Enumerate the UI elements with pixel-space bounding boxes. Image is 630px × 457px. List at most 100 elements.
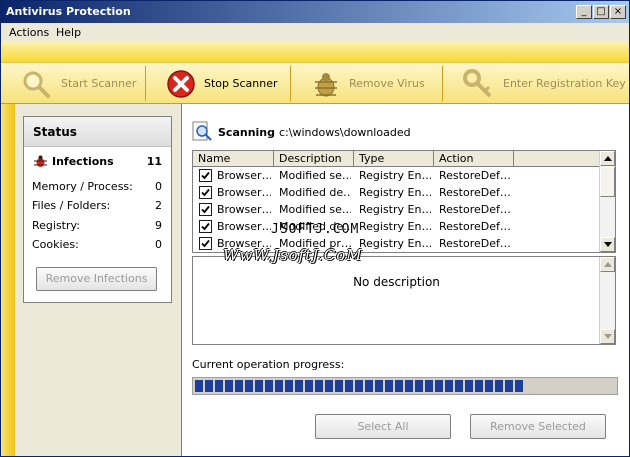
row-checkbox[interactable] [199, 186, 212, 199]
remove-infections-button[interactable]: Remove Infections [36, 267, 157, 291]
remove-virus-label: Remove Virus [349, 77, 425, 90]
check-icon [201, 188, 210, 197]
progress-bar [192, 377, 618, 395]
cell-action: RestoreDef… [439, 169, 511, 182]
check-icon [201, 239, 210, 248]
registration-label: Enter Registration Key [503, 77, 626, 90]
maximize-button[interactable]: □ [593, 5, 609, 19]
side-accent [1, 104, 15, 456]
table-row[interactable]: Browser… Modified de… Registry En… Resto… [193, 184, 600, 201]
table-scrollbar[interactable] [599, 151, 615, 252]
stop-scanner-label: Stop Scanner [204, 77, 278, 90]
cell-description: Modified de… [279, 186, 351, 199]
title-bar[interactable]: Antivirus Protection _ □ × [1, 1, 629, 23]
check-icon [201, 222, 210, 231]
cell-type: Registry En… [359, 237, 431, 250]
status-row: Memory / Process: 0 [32, 180, 162, 193]
scan-document-icon [192, 121, 212, 141]
column-header-action[interactable]: Action [434, 151, 514, 167]
scroll-down-button[interactable] [600, 329, 615, 344]
scanning-label: Scanning [218, 126, 276, 139]
app-window: Antivirus Protection _ □ × Actions Help … [0, 0, 630, 457]
cell-name: Browser… [217, 220, 271, 233]
bug-icon [315, 73, 337, 97]
cell-action: RestoreDef… [439, 186, 511, 199]
select-all-button[interactable]: Select All [315, 414, 451, 439]
minimize-button[interactable]: _ [576, 5, 592, 19]
status-box: Status Infections 11 Memory / Process: 0… [23, 116, 172, 303]
window-title: Antivirus Protection [6, 5, 131, 18]
status-header: Status [24, 117, 171, 147]
table-row[interactable]: Browser… Modified de… Registry En… Resto… [193, 218, 600, 235]
watermark-text: JSOFTJ.COM [271, 222, 360, 237]
stop-scanner-button[interactable]: Stop Scanner [146, 63, 289, 104]
progress-fill [195, 380, 523, 392]
arrow-down-icon [604, 242, 612, 247]
remove-virus-button[interactable]: Remove Virus [291, 63, 441, 104]
magnifier-icon [23, 71, 50, 98]
cell-name: Browser… [217, 203, 271, 216]
status-panel: Status Infections 11 Memory / Process: 0… [15, 104, 182, 456]
enter-registration-key-button[interactable]: Enter Registration Key [443, 63, 629, 104]
row-checkbox[interactable] [199, 169, 212, 182]
status-row-value: 0 [155, 180, 162, 193]
status-row: Registry: 9 [32, 219, 162, 232]
close-button[interactable]: × [610, 5, 626, 19]
cell-type: Registry En… [359, 220, 431, 233]
status-row-label: Registry: [32, 219, 80, 232]
cell-description: Modified se… [279, 169, 351, 182]
progress-label: Current operation progress: [192, 358, 345, 371]
menu-bar: Actions Help [1, 23, 629, 41]
arrow-up-icon [604, 156, 612, 161]
menu-actions[interactable]: Actions [9, 26, 49, 39]
scroll-down-button[interactable] [600, 237, 615, 252]
status-row-label: Memory / Process: [32, 180, 133, 193]
check-icon [201, 171, 210, 180]
infections-label: Infections [52, 155, 114, 168]
toolbar: Start Scanner Stop Scanner Remove Virus [1, 62, 629, 104]
status-title: Status [33, 125, 77, 139]
arrow-down-icon [604, 334, 612, 339]
infections-table: Name Description Type Action Browser… Mo… [192, 150, 616, 253]
key-icon [463, 69, 492, 98]
cell-action: RestoreDef… [439, 237, 511, 250]
table-header: Name Description Type Action [193, 151, 600, 167]
table-row[interactable]: Browser… Modified se… Registry En… Resto… [193, 167, 600, 184]
description-scrollbar[interactable] [599, 257, 615, 344]
watermark-text: WwW.JsoftJ.CoM [223, 246, 363, 264]
column-header-type[interactable]: Type [354, 151, 434, 167]
stop-icon [167, 70, 195, 98]
cell-name: Browser… [217, 169, 271, 182]
check-icon [201, 205, 210, 214]
description-text: No description [353, 275, 440, 289]
arrow-up-icon [604, 262, 612, 267]
cell-action: RestoreDef… [439, 203, 511, 216]
scanning-path: c:\windows\downloaded [279, 126, 411, 139]
row-checkbox[interactable] [199, 237, 212, 250]
scroll-up-button[interactable] [600, 151, 615, 166]
column-header-description[interactable]: Description [274, 151, 354, 167]
results-panel: Scanning c:\windows\downloaded Name Desc… [183, 104, 629, 456]
status-row-label: Files / Folders: [32, 199, 111, 212]
column-header-name[interactable]: Name [193, 151, 274, 167]
cell-type: Registry En… [359, 169, 431, 182]
cell-type: Registry En… [359, 186, 431, 199]
scroll-thumb[interactable] [600, 167, 615, 197]
row-checkbox[interactable] [199, 220, 212, 233]
cell-type: Registry En… [359, 203, 431, 216]
description-box: No description [192, 256, 616, 345]
table-row[interactable]: Browser… Modified se… Registry En… Resto… [193, 201, 600, 218]
start-scanner-label: Start Scanner [61, 77, 137, 90]
row-checkbox[interactable] [199, 203, 212, 216]
bug-icon [34, 155, 47, 167]
start-scanner-button[interactable]: Start Scanner [1, 63, 144, 104]
menu-help[interactable]: Help [56, 26, 81, 39]
cell-description: Modified se… [279, 203, 351, 216]
remove-selected-button[interactable]: Remove Selected [470, 414, 606, 439]
scroll-up-button[interactable] [600, 257, 615, 272]
status-row-value: 2 [155, 199, 162, 212]
cell-action: RestoreDef… [439, 220, 511, 233]
status-row-value: 0 [155, 238, 162, 251]
scanning-row: Scanning c:\windows\downloaded [192, 121, 612, 143]
status-row-label: Cookies: [32, 238, 79, 251]
